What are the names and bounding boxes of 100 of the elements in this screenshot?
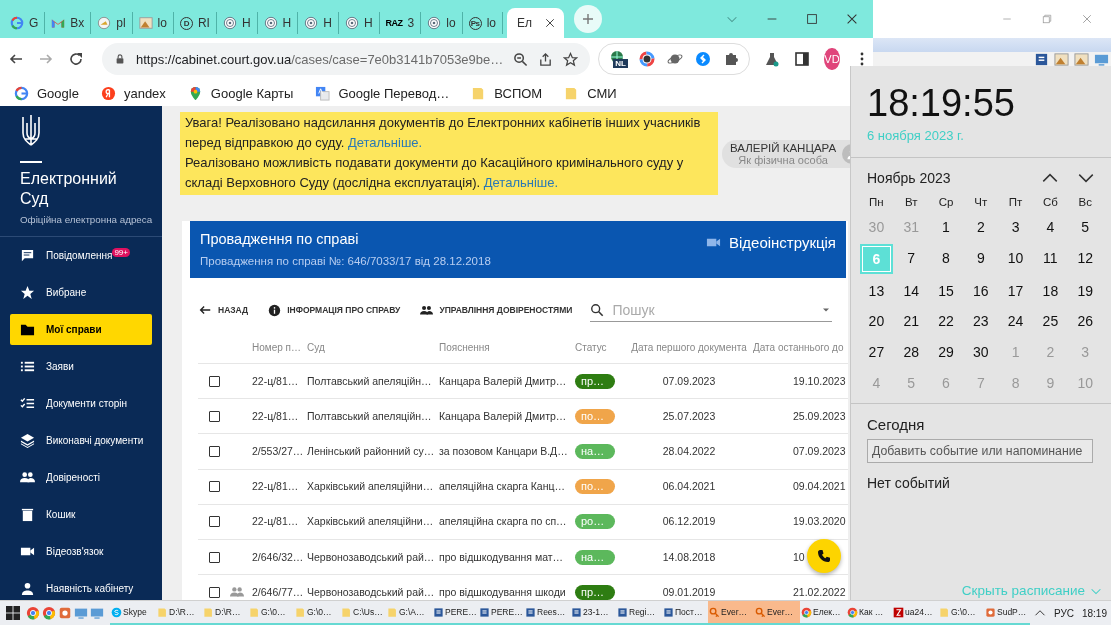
bookmark[interactable]: СМИ xyxy=(564,85,617,101)
calendar-day[interactable]: 10 xyxy=(998,242,1033,274)
taskbar-button[interactable]: C:\Us… xyxy=(340,601,386,625)
bookmark[interactable]: Google xyxy=(14,85,79,101)
calendar-day[interactable]: 25 xyxy=(1033,306,1068,337)
details-link[interactable]: Детальніше. xyxy=(483,175,559,190)
calendar-day[interactable]: 8 xyxy=(928,242,964,274)
profile-avatar[interactable]: VD xyxy=(824,48,840,70)
taskbar-button[interactable]: D:\R… xyxy=(156,601,202,625)
calendar-day[interactable]: 24 xyxy=(998,306,1033,337)
taskbar-button[interactable]: G:\0… xyxy=(294,601,340,625)
bookmark[interactable]: ВСПОМ xyxy=(471,85,543,101)
puzzle-icon[interactable] xyxy=(723,51,740,67)
taskbar-button[interactable]: Елек… xyxy=(800,601,846,625)
browser-tab[interactable]: D RI xyxy=(173,12,217,34)
calendar-day[interactable]: 26 xyxy=(1067,306,1103,337)
calendar-day[interactable]: 21 xyxy=(893,306,929,337)
column-header[interactable]: Пояснення xyxy=(439,341,575,353)
bookmark[interactable]: Google Перевод… xyxy=(315,85,450,101)
taskbar-button[interactable]: PERE… xyxy=(432,601,478,625)
calendar-day[interactable]: 13 xyxy=(859,275,894,307)
windows-start-icon[interactable] xyxy=(6,606,20,620)
row-checkbox[interactable] xyxy=(208,586,220,598)
column-header[interactable]: Номер п… xyxy=(252,341,307,353)
browser-tab[interactable]: G xyxy=(4,12,46,34)
calendar-day[interactable]: 4 xyxy=(1033,212,1068,243)
browser-tab[interactable]: Н xyxy=(338,12,380,34)
browser-tab[interactable]: Н xyxy=(216,12,258,34)
bookmark[interactable]: Google Карты xyxy=(187,85,294,101)
calendar-day[interactable]: 29 xyxy=(928,336,964,368)
browser-tab[interactable]: Н xyxy=(298,12,339,34)
side-panel-icon[interactable] xyxy=(794,51,811,67)
sidebar-item[interactable]: Відеозв'язок xyxy=(0,533,162,570)
taskbar-button[interactable]: 23-1… xyxy=(570,601,616,625)
sidebar-item[interactable]: Вибране xyxy=(0,274,162,311)
calendar-day[interactable]: 5 xyxy=(1067,212,1103,243)
sidebar-item[interactable]: Заяви xyxy=(0,348,162,385)
row-checkbox[interactable] xyxy=(208,410,220,422)
zoom-out-icon[interactable] xyxy=(513,51,529,67)
row-checkbox[interactable] xyxy=(208,481,220,493)
bookmark[interactable]: yandex xyxy=(100,85,166,101)
column-header[interactable]: Статус xyxy=(575,341,625,353)
reload-icon[interactable] xyxy=(68,51,84,67)
details-link[interactable]: Детальніше. xyxy=(347,135,423,150)
browser-tab[interactable]: Ps lo xyxy=(462,12,503,34)
calendar-day[interactable]: 28 xyxy=(893,336,929,368)
share-icon[interactable] xyxy=(538,51,554,67)
address-bar[interactable]: https://cabinet.court.gov.ua/cases/case=7e0b3141b7053e9be… xyxy=(102,43,591,75)
calendar-day[interactable]: 11 xyxy=(1033,242,1068,274)
calendar-day[interactable]: 16 xyxy=(963,275,999,307)
taskbar-button[interactable]: Skype xyxy=(110,601,156,625)
browser-tab[interactable]: RAZ 3 xyxy=(379,12,422,34)
calendar-day[interactable]: 14 xyxy=(893,275,929,307)
color-ring-icon[interactable] xyxy=(639,51,656,67)
close-icon[interactable] xyxy=(845,12,859,26)
taskbar-button[interactable]: Ever… xyxy=(708,601,754,625)
bookmark-star-icon[interactable] xyxy=(563,51,579,67)
toolbar-button[interactable]: НАЗАД xyxy=(198,303,249,317)
calendar-day[interactable]: 19 xyxy=(1067,275,1103,307)
sidebar-item[interactable]: Довіреності xyxy=(0,459,162,496)
calendar-day[interactable]: 9 xyxy=(963,242,999,274)
calendar-day[interactable]: 17 xyxy=(998,275,1033,307)
taskbar-button[interactable]: G:\0… xyxy=(248,601,294,625)
taskbar-button[interactable]: SudP… xyxy=(984,601,1030,625)
browser-tab[interactable]: Ел xyxy=(506,8,564,38)
calendar-day[interactable]: 7 xyxy=(893,242,929,274)
close-icon[interactable] xyxy=(544,17,556,29)
event-input-field[interactable]: Добавить событие или напоминание xyxy=(867,439,1093,464)
browser-tab[interactable]: pl xyxy=(91,12,133,34)
calendar-day[interactable]: 22 xyxy=(928,306,964,337)
sidebar-item[interactable]: Мої справи xyxy=(10,314,152,345)
taskbar-clock[interactable]: 18:19 xyxy=(1081,607,1107,619)
sidebar-item[interactable]: Виконавчі документи xyxy=(0,422,162,459)
browser-tab[interactable]: Вх xyxy=(45,12,92,34)
taskbar-button[interactable]: G:\0… xyxy=(938,601,984,625)
month-title[interactable]: Ноябрь 2023 xyxy=(867,170,1023,186)
shazam-icon[interactable] xyxy=(695,51,712,67)
calendar-day[interactable]: 20 xyxy=(859,306,894,337)
row-checkbox[interactable] xyxy=(208,445,220,457)
taskbar-button[interactable]: Regi… xyxy=(616,601,662,625)
taskbar-button[interactable]: ua24… xyxy=(892,601,938,625)
column-header[interactable]: Дата останнього до xyxy=(753,341,846,353)
toolbar-button[interactable]: УПРАВЛІННЯ ДОВІРЕНОСТЯМИ xyxy=(420,303,573,317)
sidebar-item[interactable]: Кошик xyxy=(0,496,162,533)
row-checkbox[interactable] xyxy=(208,375,220,387)
column-header[interactable]: Дата першого документа xyxy=(625,341,753,353)
browser-tab[interactable]: lo xyxy=(421,12,463,34)
search-field[interactable]: Пошук xyxy=(610,300,814,319)
calendar-day[interactable]: 1 xyxy=(928,212,964,243)
calendar-day[interactable]: 23 xyxy=(963,306,999,337)
taskbar-button[interactable]: PERE… xyxy=(478,601,524,625)
new-tab-button[interactable] xyxy=(574,5,602,33)
calendar-day[interactable]: 30 xyxy=(963,336,999,368)
calendar-day[interactable]: 3 xyxy=(998,212,1033,243)
flask-icon[interactable] xyxy=(764,51,781,67)
video-guide-link[interactable]: Відеоінструкція xyxy=(705,231,836,253)
row-checkbox[interactable] xyxy=(208,516,220,528)
column-header[interactable]: Суд xyxy=(307,341,439,353)
language-indicator[interactable]: РУС xyxy=(1053,607,1074,619)
sidebar-item[interactable]: Наявність кабінету xyxy=(0,570,162,600)
